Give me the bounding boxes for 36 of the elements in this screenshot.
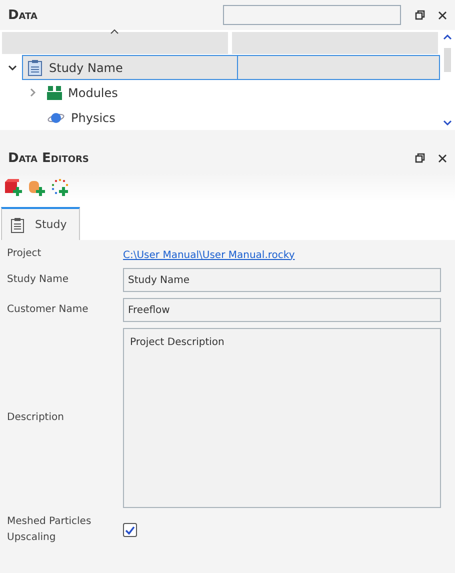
field-label: Customer Name	[7, 303, 90, 317]
text-field[interactable]: Study Name	[123, 268, 441, 292]
add-cylinder-icon[interactable]	[28, 179, 45, 196]
field-label: Study Name	[7, 273, 70, 287]
scroll-down-icon[interactable]	[443, 120, 452, 126]
tree-row[interactable]: Physics	[42, 105, 440, 130]
add-particles-icon[interactable]	[51, 179, 68, 196]
tree-label: Modules	[68, 86, 118, 100]
tree-label: Physics	[71, 110, 116, 124]
sort-caret-icon[interactable]	[110, 29, 120, 34]
description-field[interactable]: Project Description	[123, 328, 441, 508]
tree-label: Study Name	[49, 60, 123, 74]
scroll-up-icon[interactable]	[443, 34, 452, 40]
search-field[interactable]	[223, 5, 401, 25]
close-icon[interactable]	[438, 10, 446, 20]
float-window-icon[interactable]	[415, 153, 425, 163]
clipboard-icon	[10, 216, 25, 232]
add-cube-icon[interactable]	[5, 179, 22, 196]
tree-row[interactable]: Modules	[42, 80, 440, 105]
field-label: Meshed Particles Upscaling	[7, 515, 92, 545]
text-field[interactable]: Freeflow	[123, 298, 441, 322]
panel-title: Data	[8, 8, 38, 22]
field-label: Description	[7, 411, 65, 425]
planet-icon	[47, 110, 65, 124]
tab[interactable]: Study	[1, 207, 80, 240]
clipboard-icon	[27, 59, 43, 76]
chevron-icon[interactable]	[8, 63, 17, 72]
project-link[interactable]: C:\User Manual\User Manual.rocky	[123, 250, 295, 260]
tree-row[interactable]: Study Name	[22, 55, 440, 80]
checkbox[interactable]	[123, 523, 137, 537]
scrollbar-thumb[interactable]	[444, 48, 451, 72]
field-label: Project	[7, 247, 42, 261]
panel-title: Data Editors	[8, 150, 90, 166]
float-window-icon[interactable]	[415, 10, 425, 20]
close-icon[interactable]	[438, 154, 446, 162]
blocks-icon	[47, 86, 62, 100]
